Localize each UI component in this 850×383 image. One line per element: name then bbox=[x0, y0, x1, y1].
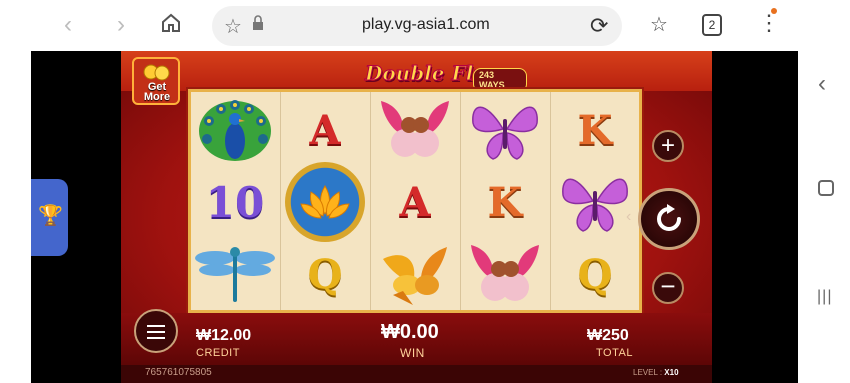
menu-dots-icon[interactable]: ⋮ bbox=[758, 10, 780, 36]
reel-2: A Q bbox=[281, 92, 369, 310]
level-label: LEVEL : bbox=[633, 368, 663, 377]
reel-2-sym-3: Q bbox=[307, 250, 343, 298]
reel-1-sym-2: 10 bbox=[205, 177, 265, 227]
symbol-peacock bbox=[191, 94, 279, 166]
address-bar[interactable]: ☆ play.vg-asia1.com ⟳ bbox=[212, 6, 622, 46]
bet-decrease-button[interactable]: − bbox=[652, 272, 684, 304]
win-label: WIN bbox=[400, 346, 425, 360]
level-value: X10 bbox=[664, 368, 679, 377]
account-id: 765761075805 bbox=[145, 367, 212, 378]
reel-4-sym-2: K bbox=[487, 178, 523, 226]
credit-value: ₩12.00 bbox=[196, 327, 252, 344]
system-home-icon[interactable] bbox=[818, 180, 834, 196]
win-value: ₩0.00 bbox=[381, 321, 439, 343]
left-margin bbox=[0, 51, 31, 383]
reel-5: K Q bbox=[551, 92, 639, 310]
symbol-butterfly bbox=[551, 166, 639, 238]
reel-3-sym-2: A bbox=[399, 178, 431, 226]
total-label: TOTAL bbox=[596, 347, 633, 359]
symbol-q: Q bbox=[281, 238, 369, 310]
system-back-icon[interactable]: ‹ bbox=[818, 70, 826, 98]
credit-label: CREDIT bbox=[196, 347, 240, 359]
get-more-label: Get More bbox=[143, 81, 171, 103]
trophy-icon: 🏆 bbox=[38, 205, 63, 227]
symbol-doves bbox=[461, 238, 549, 310]
symbol-q: Q bbox=[551, 238, 639, 310]
menu-button[interactable] bbox=[134, 309, 178, 353]
chevron-left-icon: ‹ bbox=[626, 208, 632, 225]
status-strip: 765761075805 LEVEL : X10 bbox=[121, 365, 712, 383]
home-icon[interactable] bbox=[158, 12, 184, 38]
symbol-k: K bbox=[461, 166, 549, 238]
reel-3: A bbox=[371, 92, 459, 310]
trophy-tab[interactable]: 🏆 bbox=[31, 179, 68, 256]
reel-2-sym-1: A bbox=[309, 106, 341, 154]
browser-toolbar: ‹ › ☆ play.vg-asia1.com ⟳ ☆ 2 ⋮ bbox=[0, 0, 850, 51]
bookmarks-icon[interactable]: ☆ bbox=[650, 12, 668, 37]
symbol-ten: 10 bbox=[191, 166, 279, 238]
right-letterbox bbox=[712, 51, 798, 383]
notification-dot bbox=[771, 8, 777, 14]
lock-icon bbox=[253, 15, 263, 30]
level-indicator: LEVEL : X10 bbox=[633, 368, 679, 377]
screen: ‹ › ☆ play.vg-asia1.com ⟳ ☆ 2 ⋮ ‹ ||| 🏆 … bbox=[0, 0, 850, 383]
game-logo: Double Fly 243 WAYS bbox=[351, 57, 527, 93]
coins-icon bbox=[143, 64, 170, 81]
reload-icon[interactable]: ⟳ bbox=[590, 13, 608, 39]
back-arrow-icon[interactable]: ‹ bbox=[55, 12, 81, 38]
reel-grid: 10 A Q A K K Q bbox=[188, 89, 642, 313]
symbol-a: A bbox=[371, 166, 459, 238]
symbol-butterfly bbox=[461, 94, 549, 166]
system-recents-icon[interactable]: ||| bbox=[817, 288, 832, 306]
symbol-doves bbox=[371, 94, 459, 166]
reel-1: 10 bbox=[191, 92, 279, 310]
symbol-dragonfly bbox=[191, 238, 279, 310]
get-more-button[interactable]: Get More bbox=[132, 57, 180, 105]
bet-increase-button[interactable]: + bbox=[652, 130, 684, 162]
forward-arrow-icon[interactable]: › bbox=[108, 12, 134, 38]
symbol-a: A bbox=[281, 94, 369, 166]
bookmark-star-icon[interactable]: ☆ bbox=[224, 14, 242, 39]
symbol-lotus-wild bbox=[281, 162, 369, 242]
spin-icon bbox=[657, 204, 681, 231]
symbol-birds bbox=[371, 238, 459, 310]
game-title: Double Fly bbox=[365, 61, 486, 86]
reel-5-sym-1: K bbox=[577, 106, 613, 154]
slot-game: Double Fly 243 WAYS Get More 10 A Q A K … bbox=[121, 51, 712, 383]
total-value: ₩250 bbox=[587, 327, 629, 344]
symbol-k: K bbox=[551, 94, 639, 166]
url-text[interactable]: play.vg-asia1.com bbox=[362, 16, 490, 34]
tabs-button[interactable]: 2 bbox=[702, 14, 722, 36]
system-nav-bar bbox=[798, 51, 850, 383]
reel-5-sym-3: Q bbox=[577, 250, 613, 298]
reel-4: K bbox=[461, 92, 549, 310]
spin-button[interactable] bbox=[638, 188, 700, 250]
